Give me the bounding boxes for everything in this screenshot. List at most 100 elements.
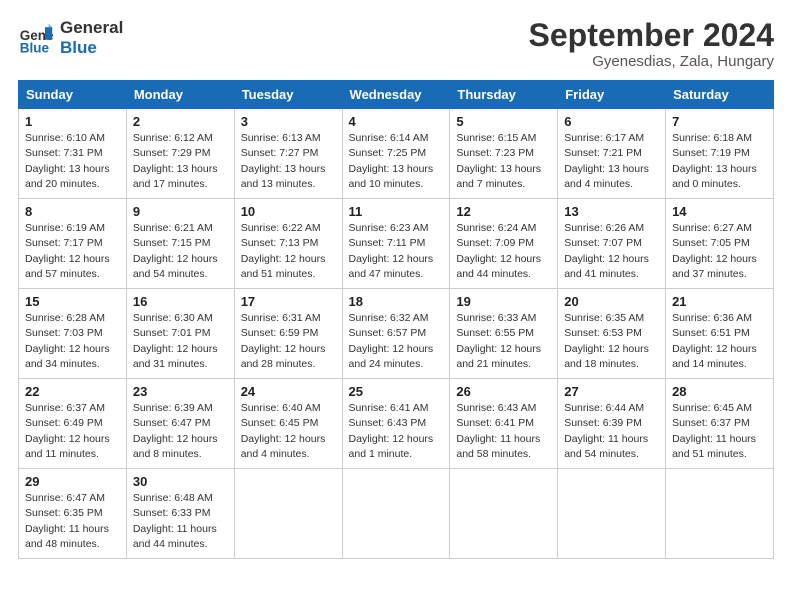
week-row-2: 8 Sunrise: 6:19 AMSunset: 7:17 PMDaylight…	[19, 199, 774, 289]
weekday-header-wednesday: Wednesday	[342, 81, 450, 109]
day-number: 27	[564, 384, 659, 399]
header: General Blue General Blue September 2024…	[18, 18, 774, 70]
day-detail: Sunrise: 6:47 AMSunset: 6:35 PMDaylight:…	[25, 491, 120, 552]
day-cell: 12 Sunrise: 6:24 AMSunset: 7:09 PMDayligh…	[450, 199, 558, 289]
weekday-header-friday: Friday	[558, 81, 666, 109]
day-number: 2	[133, 114, 228, 129]
weekday-header-tuesday: Tuesday	[234, 81, 342, 109]
day-number: 1	[25, 114, 120, 129]
day-cell: 9 Sunrise: 6:21 AMSunset: 7:15 PMDaylight…	[126, 199, 234, 289]
day-cell: 20Sunrise: 6:35 AMSunset: 6:53 PMDayligh…	[558, 289, 666, 379]
day-detail: Sunrise: 6:44 AMSunset: 6:39 PMDaylight:…	[564, 401, 659, 462]
day-detail: Sunrise: 6:19 AMSunset: 7:17 PMDaylight:…	[25, 221, 120, 282]
week-row-1: 1 Sunrise: 6:10 AMSunset: 7:31 PMDaylight…	[19, 109, 774, 199]
day-detail: Sunrise: 6:37 AMSunset: 6:49 PMDaylight:…	[25, 401, 120, 462]
day-cell: 25 Sunrise: 6:41 AMSunset: 6:43 PMDayligh…	[342, 379, 450, 469]
day-number: 8	[25, 204, 120, 219]
day-number: 11	[349, 204, 444, 219]
day-cell: 8 Sunrise: 6:19 AMSunset: 7:17 PMDaylight…	[19, 199, 127, 289]
day-cell: 23 Sunrise: 6:39 AMSunset: 6:47 PMDayligh…	[126, 379, 234, 469]
day-detail: Sunrise: 6:18 AMSunset: 7:19 PMDaylight:…	[672, 131, 767, 192]
day-cell: 28 Sunrise: 6:45 AMSunset: 6:37 PMDayligh…	[666, 379, 774, 469]
day-number: 3	[241, 114, 336, 129]
day-cell: 15 Sunrise: 6:28 AMSunset: 7:03 PMDayligh…	[19, 289, 127, 379]
day-detail: Sunrise: 6:33 AMSunset: 6:55 PMDaylight:…	[456, 311, 551, 372]
day-cell	[666, 469, 774, 559]
weekday-header-thursday: Thursday	[450, 81, 558, 109]
day-detail: Sunrise: 6:22 AMSunset: 7:13 PMDaylight:…	[241, 221, 336, 282]
day-cell: 3 Sunrise: 6:13 AMSunset: 7:27 PMDaylight…	[234, 109, 342, 199]
day-number: 19	[456, 294, 551, 309]
day-cell: 26Sunrise: 6:43 AMSunset: 6:41 PMDayligh…	[450, 379, 558, 469]
logo-icon: General Blue	[18, 20, 54, 56]
logo: General Blue General Blue	[18, 18, 123, 57]
day-number: 24	[241, 384, 336, 399]
day-detail: Sunrise: 6:24 AMSunset: 7:09 PMDaylight:…	[456, 221, 551, 282]
day-detail: Sunrise: 6:21 AMSunset: 7:15 PMDaylight:…	[133, 221, 228, 282]
day-cell: 27 Sunrise: 6:44 AMSunset: 6:39 PMDayligh…	[558, 379, 666, 469]
day-cell: 5Sunrise: 6:15 AMSunset: 7:23 PMDaylight…	[450, 109, 558, 199]
day-number: 12	[456, 204, 551, 219]
logo-blue: Blue	[60, 38, 123, 58]
day-detail: Sunrise: 6:41 AMSunset: 6:43 PMDaylight:…	[349, 401, 444, 462]
day-cell	[234, 469, 342, 559]
day-detail: Sunrise: 6:32 AMSunset: 6:57 PMDaylight:…	[349, 311, 444, 372]
day-detail: Sunrise: 6:27 AMSunset: 7:05 PMDaylight:…	[672, 221, 767, 282]
weekday-header-sunday: Sunday	[19, 81, 127, 109]
day-number: 25	[349, 384, 444, 399]
day-number: 13	[564, 204, 659, 219]
day-number: 28	[672, 384, 767, 399]
week-row-5: 29Sunrise: 6:47 AMSunset: 6:35 PMDayligh…	[19, 469, 774, 559]
day-detail: Sunrise: 6:36 AMSunset: 6:51 PMDaylight:…	[672, 311, 767, 372]
day-detail: Sunrise: 6:30 AMSunset: 7:01 PMDaylight:…	[133, 311, 228, 372]
location: Gyenesdias, Zala, Hungary	[529, 53, 774, 70]
calendar-table: SundayMondayTuesdayWednesdayThursdayFrid…	[18, 80, 774, 559]
weekday-header-monday: Monday	[126, 81, 234, 109]
day-detail: Sunrise: 6:31 AMSunset: 6:59 PMDaylight:…	[241, 311, 336, 372]
day-cell: 7 Sunrise: 6:18 AMSunset: 7:19 PMDaylight…	[666, 109, 774, 199]
day-detail: Sunrise: 6:28 AMSunset: 7:03 PMDaylight:…	[25, 311, 120, 372]
day-cell: 2 Sunrise: 6:12 AMSunset: 7:29 PMDaylight…	[126, 109, 234, 199]
day-number: 23	[133, 384, 228, 399]
day-detail: Sunrise: 6:40 AMSunset: 6:45 PMDaylight:…	[241, 401, 336, 462]
day-cell: 30Sunrise: 6:48 AMSunset: 6:33 PMDayligh…	[126, 469, 234, 559]
day-number: 16	[133, 294, 228, 309]
day-number: 18	[349, 294, 444, 309]
day-number: 17	[241, 294, 336, 309]
day-detail: Sunrise: 6:23 AMSunset: 7:11 PMDaylight:…	[349, 221, 444, 282]
weekday-header-saturday: Saturday	[666, 81, 774, 109]
day-cell	[342, 469, 450, 559]
day-number: 14	[672, 204, 767, 219]
day-detail: Sunrise: 6:12 AMSunset: 7:29 PMDaylight:…	[133, 131, 228, 192]
day-detail: Sunrise: 6:26 AMSunset: 7:07 PMDaylight:…	[564, 221, 659, 282]
day-detail: Sunrise: 6:10 AMSunset: 7:31 PMDaylight:…	[25, 131, 120, 192]
day-detail: Sunrise: 6:15 AMSunset: 7:23 PMDaylight:…	[456, 131, 551, 192]
day-number: 10	[241, 204, 336, 219]
svg-text:Blue: Blue	[20, 40, 50, 55]
day-number: 4	[349, 114, 444, 129]
day-cell: 18 Sunrise: 6:32 AMSunset: 6:57 PMDayligh…	[342, 289, 450, 379]
day-detail: Sunrise: 6:43 AMSunset: 6:41 PMDaylight:…	[456, 401, 551, 462]
day-cell: 16 Sunrise: 6:30 AMSunset: 7:01 PMDayligh…	[126, 289, 234, 379]
day-detail: Sunrise: 6:39 AMSunset: 6:47 PMDaylight:…	[133, 401, 228, 462]
day-number: 6	[564, 114, 659, 129]
day-detail: Sunrise: 6:45 AMSunset: 6:37 PMDaylight:…	[672, 401, 767, 462]
title-block: September 2024 Gyenesdias, Zala, Hungary	[529, 18, 774, 70]
week-row-3: 15 Sunrise: 6:28 AMSunset: 7:03 PMDayligh…	[19, 289, 774, 379]
day-number: 7	[672, 114, 767, 129]
day-cell	[558, 469, 666, 559]
day-cell: 14 Sunrise: 6:27 AMSunset: 7:05 PMDayligh…	[666, 199, 774, 289]
day-cell: 19 Sunrise: 6:33 AMSunset: 6:55 PMDayligh…	[450, 289, 558, 379]
day-cell: 22Sunrise: 6:37 AMSunset: 6:49 PMDayligh…	[19, 379, 127, 469]
day-number: 9	[133, 204, 228, 219]
day-number: 20	[564, 294, 659, 309]
day-detail: Sunrise: 6:17 AMSunset: 7:21 PMDaylight:…	[564, 131, 659, 192]
day-number: 15	[25, 294, 120, 309]
day-cell: 24 Sunrise: 6:40 AMSunset: 6:45 PMDayligh…	[234, 379, 342, 469]
weekday-header-row: SundayMondayTuesdayWednesdayThursdayFrid…	[19, 81, 774, 109]
day-cell: 29Sunrise: 6:47 AMSunset: 6:35 PMDayligh…	[19, 469, 127, 559]
day-detail: Sunrise: 6:13 AMSunset: 7:27 PMDaylight:…	[241, 131, 336, 192]
day-number: 21	[672, 294, 767, 309]
day-cell: 21 Sunrise: 6:36 AMSunset: 6:51 PMDayligh…	[666, 289, 774, 379]
day-cell: 10 Sunrise: 6:22 AMSunset: 7:13 PMDayligh…	[234, 199, 342, 289]
